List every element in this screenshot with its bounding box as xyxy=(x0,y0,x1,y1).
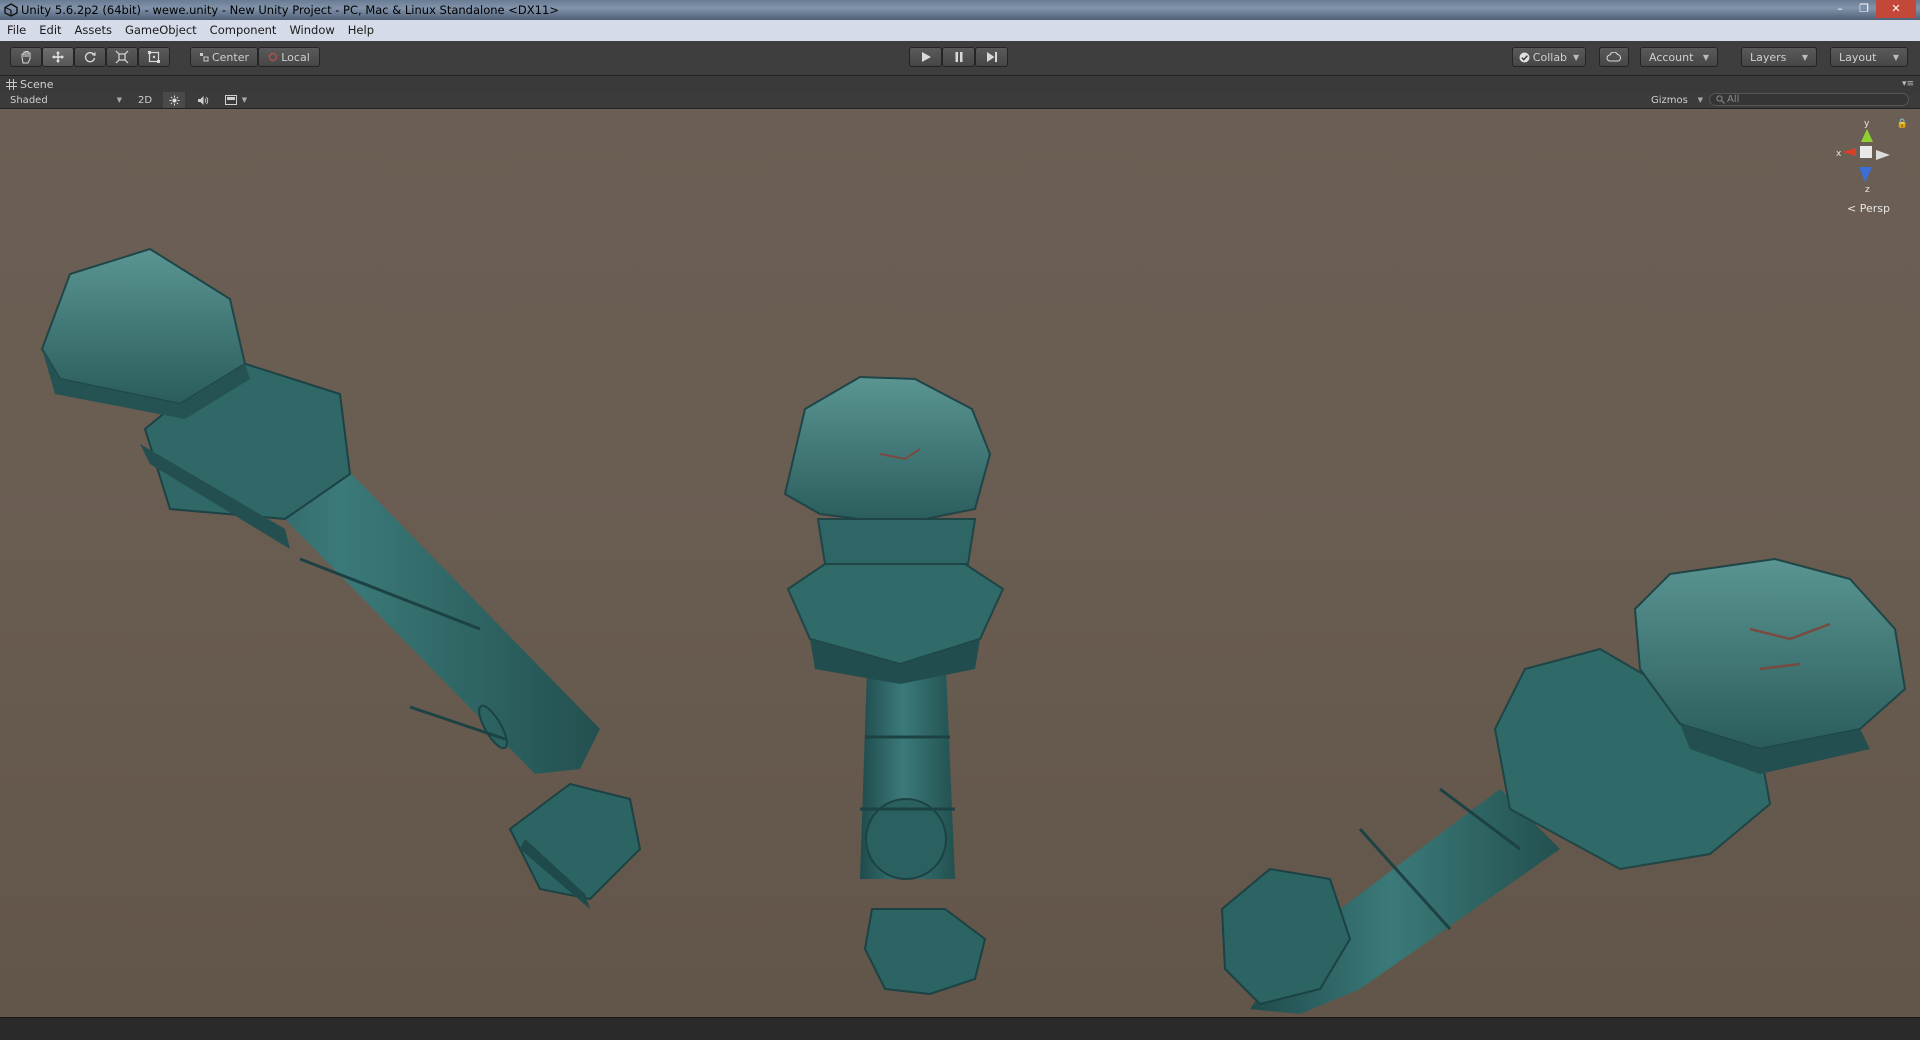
scene-control-bar xyxy=(0,92,1920,109)
shading-mode-dropdown[interactable]: Shaded ▼ xyxy=(10,92,122,108)
space-label: Local xyxy=(281,50,310,64)
axis-y-label: y xyxy=(1864,119,1870,129)
axis-x-label: x xyxy=(1836,149,1842,159)
account-label: Account xyxy=(1649,50,1694,64)
minimize-button[interactable]: – xyxy=(1828,0,1852,18)
hand-tool-button[interactable] xyxy=(10,47,42,67)
scene-lighting-toggle[interactable] xyxy=(163,92,185,108)
account-dropdown[interactable]: Account ▼ xyxy=(1640,47,1718,67)
rotate-tool-button[interactable] xyxy=(74,47,106,67)
scene-audio-toggle[interactable] xyxy=(192,92,214,108)
scale-tool-button[interactable] xyxy=(106,47,138,67)
lock-icon[interactable]: 🔒 xyxy=(1897,119,1908,129)
speaker-icon xyxy=(198,95,209,105)
collab-label: Collab xyxy=(1532,50,1568,64)
hand-icon xyxy=(21,51,31,64)
chevron-left-icon: < xyxy=(1847,202,1857,215)
pivot-space-toggle[interactable]: Local xyxy=(258,47,320,67)
rect-tool-button[interactable] xyxy=(138,47,170,67)
chevron-down-icon: ▼ xyxy=(1801,52,1808,62)
tab-scene[interactable]: Scene xyxy=(6,76,54,92)
local-space-icon xyxy=(269,52,278,62)
rotate-icon xyxy=(84,52,96,63)
collab-dropdown[interactable]: Collab ▼ xyxy=(1512,47,1586,67)
layers-label: Layers xyxy=(1750,50,1787,64)
pivot-label: Center xyxy=(211,50,250,64)
menu-window[interactable]: Window xyxy=(282,20,340,41)
move-icon xyxy=(52,51,64,63)
gizmos-dropdown[interactable]: Gizmos ▼ xyxy=(1651,92,1703,108)
mode-2d-label: 2D xyxy=(137,94,153,106)
unity-logo-icon xyxy=(4,3,18,17)
chevron-down-icon: ▼ xyxy=(116,96,122,104)
grid-icon xyxy=(6,78,17,90)
scene-tab-label: Scene xyxy=(20,77,54,91)
layers-dropdown[interactable]: Layers ▼ xyxy=(1741,47,1817,67)
gizmos-label: Gizmos xyxy=(1651,94,1688,106)
projection-label: Persp xyxy=(1859,202,1890,215)
close-button[interactable]: ✕ xyxy=(1876,0,1916,18)
menu-gameobject[interactable]: GameObject xyxy=(118,20,203,41)
mode-2d-toggle[interactable]: 2D xyxy=(134,92,156,108)
status-bar xyxy=(0,1017,1920,1040)
chevron-down-icon: ▼ xyxy=(1573,52,1580,62)
move-tool-button[interactable] xyxy=(42,47,74,67)
pause-button[interactable] xyxy=(942,47,975,67)
menu-assets[interactable]: Assets xyxy=(68,20,118,41)
pivot-icon xyxy=(199,53,209,62)
main-toolbar: Center Local Collab ▼ Account ▼ Layers ▼… xyxy=(0,41,1920,76)
restore-button[interactable]: ❐ xyxy=(1852,0,1876,18)
window-title: Unity 5.6.2p2 (64bit) - wewe.unity - New… xyxy=(21,3,559,17)
column-mesh-left[interactable] xyxy=(40,247,642,909)
play-icon xyxy=(921,52,931,62)
scene-effects-dropdown[interactable]: ▼ xyxy=(220,92,252,108)
image-effects-icon xyxy=(224,95,237,105)
layout-label: Layout xyxy=(1839,50,1877,64)
shading-mode-label: Shaded xyxy=(10,94,48,106)
sun-icon xyxy=(169,95,179,105)
pause-icon xyxy=(955,52,962,62)
search-icon xyxy=(1716,95,1725,104)
projection-toggle[interactable]: < Persp xyxy=(1847,202,1890,215)
scale-icon xyxy=(115,50,129,64)
checkmark-icon xyxy=(1519,52,1530,62)
menu-file[interactable]: File xyxy=(0,20,32,41)
menu-component[interactable]: Component xyxy=(203,20,283,41)
scene-viewport[interactable] xyxy=(0,109,1920,1017)
column-mesh-right[interactable] xyxy=(1220,557,1907,1014)
chevron-down-icon: ▼ xyxy=(1697,96,1703,104)
axis-z-label: z xyxy=(1865,185,1870,195)
column-mesh-center[interactable] xyxy=(783,375,1005,996)
scene-tab-strip xyxy=(0,76,1920,92)
cloud-services-button[interactable] xyxy=(1599,47,1629,67)
layout-dropdown[interactable]: Layout ▼ xyxy=(1830,47,1908,67)
menu-edit[interactable]: Edit xyxy=(32,20,67,41)
chevron-down-icon: ▼ xyxy=(1892,52,1899,62)
pivot-center-toggle[interactable]: Center xyxy=(190,47,258,67)
chevron-down-icon: ▼ xyxy=(1702,52,1709,62)
menu-help[interactable]: Help xyxy=(341,20,380,41)
step-icon xyxy=(986,52,997,62)
window-title-bar: Unity 5.6.2p2 (64bit) - wewe.unity - New… xyxy=(0,0,1920,20)
tab-menu-icon[interactable]: ▾≡ xyxy=(1902,79,1914,89)
search-placeholder: All xyxy=(1727,94,1740,105)
menu-bar: File Edit Assets GameObject Component Window H… xyxy=(0,20,1920,41)
cloud-icon xyxy=(1606,52,1622,62)
step-button[interactable] xyxy=(975,47,1008,67)
rect-transform-icon xyxy=(148,51,160,63)
play-button[interactable] xyxy=(909,47,942,67)
scene-search-input[interactable]: All xyxy=(1709,93,1909,106)
chevron-down-icon: ▼ xyxy=(241,96,248,104)
